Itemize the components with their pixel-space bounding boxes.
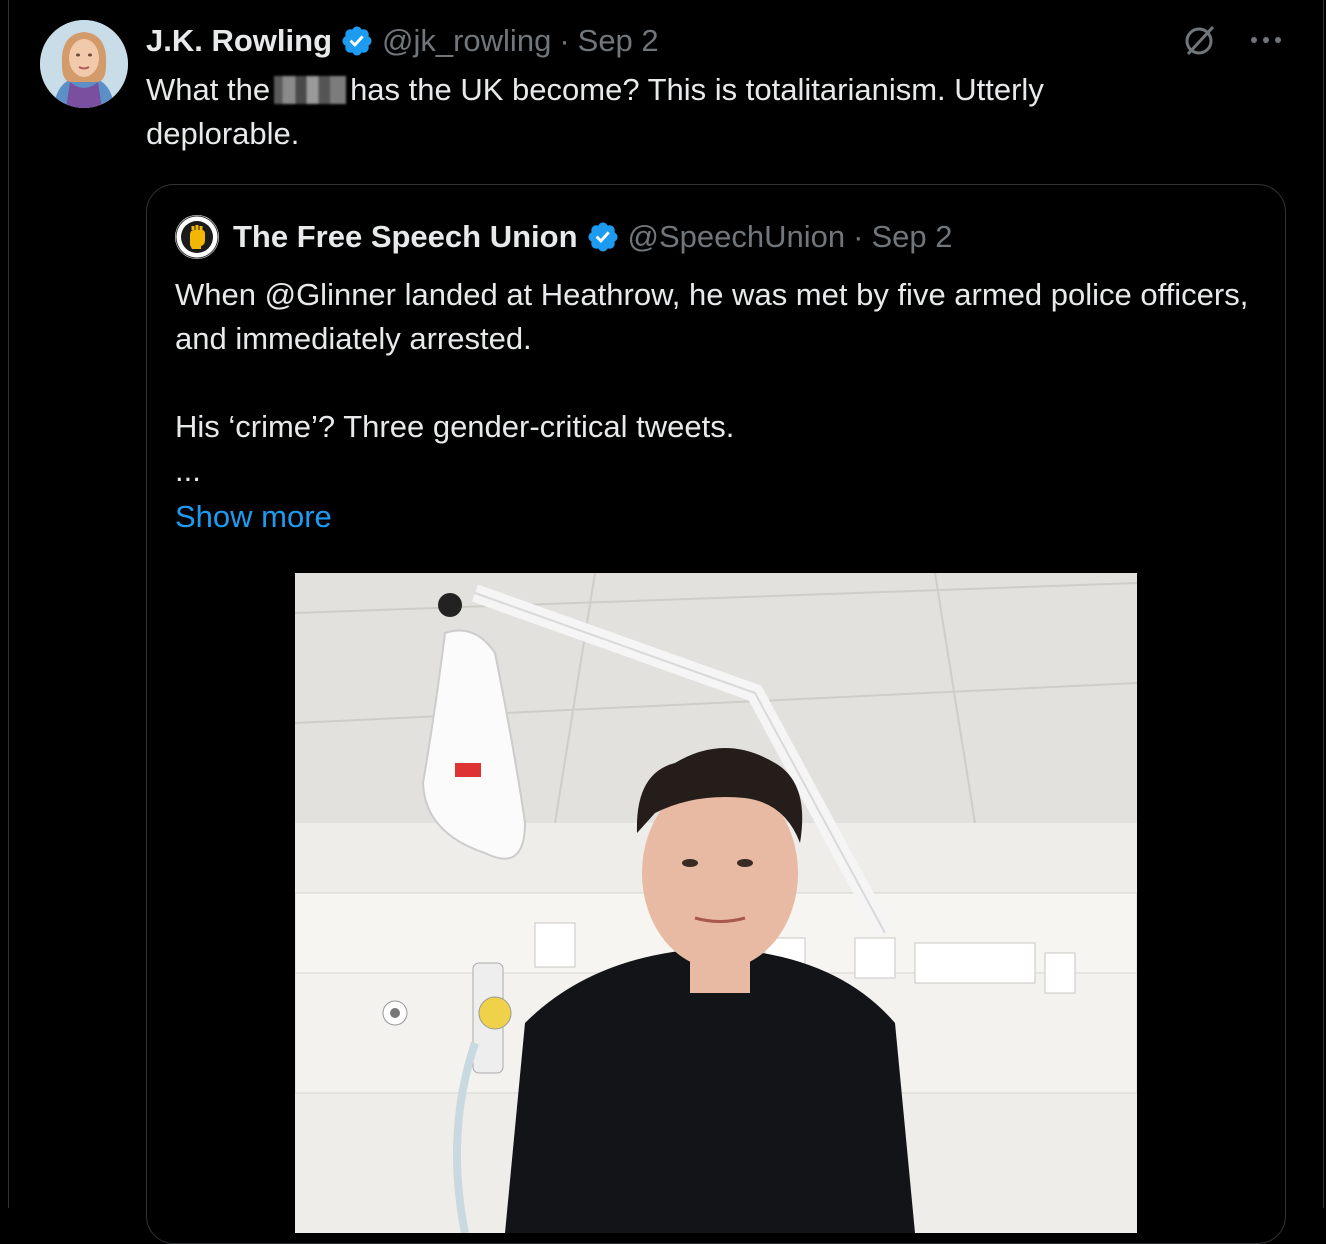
verified-badge-icon bbox=[340, 24, 374, 58]
quoted-ellipsis: ... bbox=[175, 453, 201, 488]
quoted-author-name[interactable]: The Free Speech Union bbox=[233, 219, 578, 255]
tweet-text: What the has the UK become? This is total… bbox=[146, 68, 1186, 156]
verified-badge-icon bbox=[586, 220, 620, 254]
quoted-paragraph-2: His ‘crime’? Three gender-critical tweet… bbox=[175, 409, 735, 444]
show-more-link[interactable]: Show more bbox=[175, 495, 332, 539]
separator-dot: · bbox=[559, 23, 570, 58]
tweet-header: J.K. Rowling @jk_rowling · Sep 2 bbox=[146, 20, 659, 62]
tweet-actions-top bbox=[1180, 20, 1282, 60]
avatar-image bbox=[40, 20, 128, 108]
separator-dot: · bbox=[853, 219, 864, 254]
quoted-tweet-date[interactable]: Sep 2 bbox=[871, 219, 952, 255]
author-handle[interactable]: @jk_rowling bbox=[382, 23, 551, 59]
author-name[interactable]: J.K. Rowling bbox=[146, 23, 332, 59]
quoted-author-avatar bbox=[175, 215, 219, 259]
quoted-paragraph-1: When @Glinner landed at Heathrow, he was… bbox=[175, 277, 1249, 356]
hospital-room-photo bbox=[295, 573, 1137, 1233]
tweet-date[interactable]: Sep 2 bbox=[578, 23, 659, 59]
quoted-tweet-header: The Free Speech Union @SpeechUnion · Sep… bbox=[175, 215, 952, 259]
quoted-tweet-photo[interactable] bbox=[295, 573, 1137, 1233]
censored-word bbox=[274, 76, 347, 104]
quoted-tweet[interactable]: The Free Speech Union @SpeechUnion · Sep… bbox=[146, 184, 1286, 1244]
quoted-author-handle[interactable]: @SpeechUnion bbox=[628, 219, 846, 255]
more-icon[interactable] bbox=[1250, 35, 1282, 45]
tweet-text-before: What the bbox=[146, 72, 271, 107]
author-avatar[interactable] bbox=[40, 20, 128, 108]
quoted-tweet-text: When @Glinner landed at Heathrow, he was… bbox=[175, 273, 1255, 539]
grok-icon[interactable] bbox=[1180, 20, 1220, 60]
